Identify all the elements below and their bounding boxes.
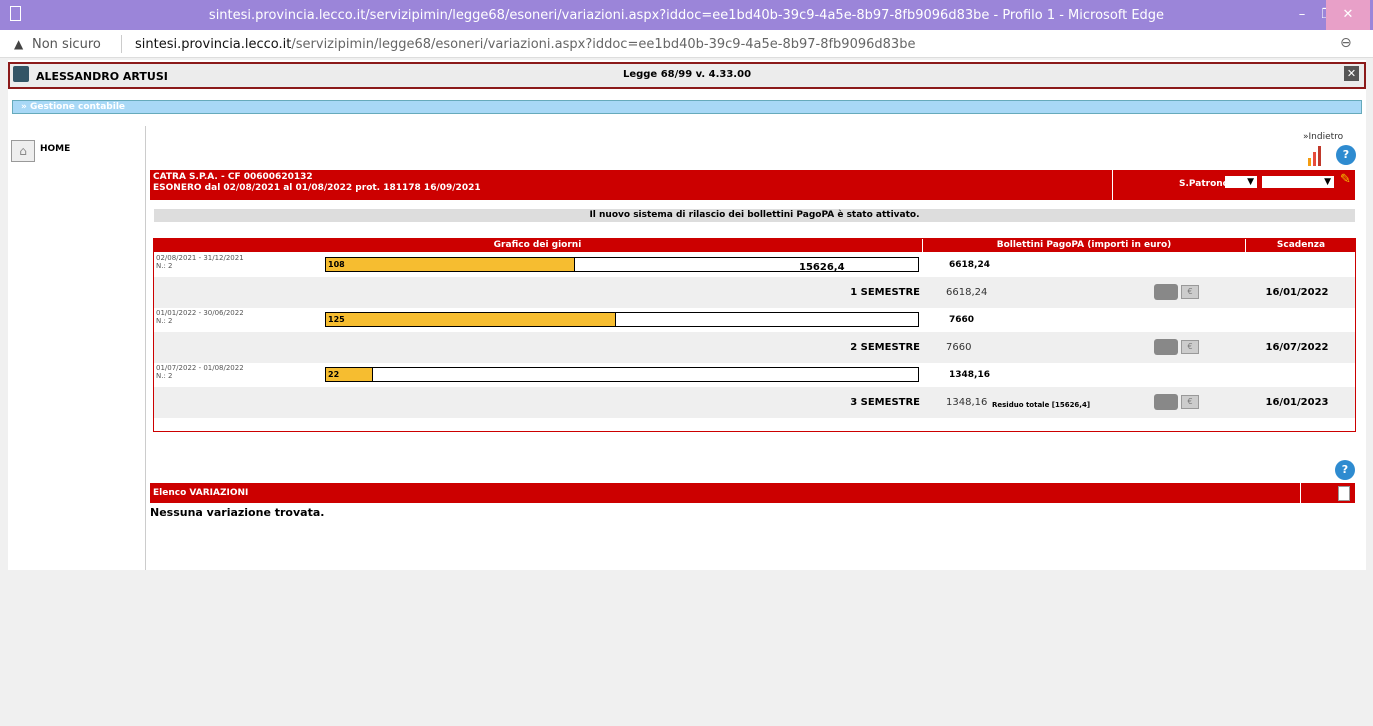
period-row: 02/08/2021 - 31/12/2021 N.: 2 108 6618,24 bbox=[154, 253, 1355, 277]
receipt-icon[interactable]: € bbox=[1181, 340, 1199, 354]
help-icon[interactable]: ? bbox=[1336, 145, 1356, 165]
semester-row: 2 SEMESTRE 7660 € 16/07/2022 bbox=[154, 332, 1355, 363]
menu-gestione-contabile[interactable]: » Gestione contabile bbox=[12, 100, 1362, 114]
period-count: N.: 2 bbox=[156, 372, 173, 380]
chart-icon[interactable] bbox=[1308, 146, 1322, 166]
period-range: 01/07/2022 - 01/08/2022 bbox=[156, 364, 244, 372]
window-titlebar: sintesi.provincia.lecco.it/servizipimin/… bbox=[0, 0, 1373, 30]
period-count: N.: 2 bbox=[156, 317, 173, 325]
period-amount: 7660 bbox=[949, 315, 975, 325]
header-divider bbox=[922, 239, 923, 252]
new-document-icon[interactable] bbox=[1338, 486, 1350, 501]
header-pagopa: Bollettini PagoPA (importi in euro) bbox=[996, 240, 1172, 250]
days-bar-fill: 125 bbox=[326, 313, 617, 326]
variazioni-divider bbox=[1300, 483, 1301, 503]
not-secure-label[interactable]: Non sicuro bbox=[32, 37, 101, 52]
payment-actions: € bbox=[1154, 393, 1199, 411]
close-app-button[interactable]: ✕ bbox=[1344, 66, 1359, 81]
window-title: sintesi.provincia.lecco.it/servizipimin/… bbox=[208, 8, 1165, 23]
home-link[interactable]: HOME bbox=[40, 144, 70, 154]
back-link[interactable]: »Indietro bbox=[1303, 132, 1343, 142]
days-bar-fill: 22 bbox=[326, 368, 374, 381]
company-bar: CATRA S.P.A. - CF 00600620132 ESONERO da… bbox=[150, 170, 1355, 200]
printer-icon[interactable] bbox=[1154, 284, 1178, 300]
payment-actions: € bbox=[1154, 338, 1199, 356]
close-window-button[interactable]: ✕ bbox=[1326, 0, 1370, 30]
help-icon[interactable]: ? bbox=[1335, 460, 1355, 480]
period-row: 01/01/2022 - 30/06/2022 N.: 2 125 7660 bbox=[154, 308, 1355, 332]
spatrono-label: S.Patrono bbox=[1179, 179, 1229, 189]
table-header: Grafico dei giorni Bollettini PagoPA (im… bbox=[154, 239, 1355, 252]
semester-amount: 6618,24 bbox=[946, 287, 988, 298]
home-icon[interactable]: ⌂ bbox=[11, 140, 35, 162]
period-amount: 6618,24 bbox=[949, 260, 990, 270]
app-header: ALESSANDRO ARTUSI Legge 68/99 v. 4.33.00… bbox=[8, 62, 1366, 89]
days-bar: 22 bbox=[325, 367, 919, 382]
payment-actions: € bbox=[1154, 283, 1199, 301]
warning-icon[interactable]: ▲ bbox=[14, 37, 23, 51]
spatrono-select-2[interactable]: ▼ bbox=[1262, 176, 1334, 188]
period-dates: 01/01/2022 - 30/06/2022 N.: 2 bbox=[156, 309, 244, 325]
payments-table: Grafico dei giorni Bollettini PagoPA (im… bbox=[153, 238, 1356, 432]
period-range: 01/01/2022 - 30/06/2022 bbox=[156, 309, 244, 317]
sidebar: ⌂ HOME bbox=[8, 126, 146, 570]
address-bar[interactable]: ▲ Non sicuro sintesi.provincia.lecco.it/… bbox=[0, 30, 1373, 58]
company-name: CATRA S.P.A. - CF 00600620132 bbox=[153, 172, 313, 182]
app-version: Legge 68/99 v. 4.33.00 bbox=[622, 69, 752, 80]
semester-label: 3 SEMESTRE bbox=[850, 397, 920, 408]
pagopa-notice: Il nuovo sistema di rilascio dei bollett… bbox=[154, 209, 1355, 222]
variazioni-header: Elenco VARIAZIONI bbox=[150, 483, 1355, 503]
due-date: 16/01/2022 bbox=[1265, 287, 1329, 298]
header-divider bbox=[1245, 239, 1246, 252]
period-dates: 01/07/2022 - 01/08/2022 N.: 2 bbox=[156, 364, 244, 380]
semester-row: 3 SEMESTRE 1348,16 Residuo totale [15626… bbox=[154, 387, 1355, 418]
due-date: 16/01/2023 bbox=[1265, 397, 1329, 408]
empty-message: Nessuna variazione trovata. bbox=[150, 506, 325, 519]
days-bar-fill: 108 bbox=[326, 258, 575, 271]
due-date: 16/07/2022 bbox=[1265, 342, 1329, 353]
period-count: N.: 2 bbox=[156, 262, 173, 270]
printer-icon[interactable] bbox=[1154, 339, 1178, 355]
semester-amount: 1348,16 bbox=[946, 397, 988, 408]
url-path: /servizipimin/legge68/esoneri/variazioni… bbox=[291, 37, 916, 52]
days-bar: 125 bbox=[325, 312, 919, 327]
period-range: 02/08/2021 - 31/12/2021 bbox=[156, 254, 244, 262]
address-separator bbox=[121, 35, 122, 53]
url-host: sintesi.provincia.lecco.it bbox=[135, 37, 292, 52]
exemption-info: ESONERO dal 02/08/2021 al 01/08/2022 pro… bbox=[153, 183, 481, 193]
receipt-icon[interactable]: € bbox=[1181, 285, 1199, 299]
app-page: ALESSANDRO ARTUSI Legge 68/99 v. 4.33.00… bbox=[8, 60, 1366, 570]
header-due-date: Scadenza bbox=[1276, 240, 1326, 250]
period-row: 01/07/2022 - 01/08/2022 N.: 2 22 1348,16 bbox=[154, 363, 1355, 387]
spatrono-select-1[interactable]: ▼ bbox=[1225, 176, 1257, 188]
receipt-icon[interactable]: € bbox=[1181, 395, 1199, 409]
semester-label: 2 SEMESTRE bbox=[850, 342, 920, 353]
semester-label: 1 SEMESTRE bbox=[850, 287, 920, 298]
period-dates: 02/08/2021 - 31/12/2021 N.: 2 bbox=[156, 254, 244, 270]
total-amount: 15626,4 bbox=[799, 262, 845, 273]
semester-row: 1 SEMESTRE 6618,24 € 16/01/2022 bbox=[154, 277, 1355, 308]
pencil-icon[interactable]: ✎ bbox=[1340, 172, 1351, 187]
semester-amount: 7660 bbox=[946, 342, 972, 353]
printer-icon[interactable] bbox=[1154, 394, 1178, 410]
company-divider bbox=[1112, 170, 1113, 200]
variazioni-title: Elenco VARIAZIONI bbox=[153, 488, 249, 498]
url-text[interactable]: sintesi.provincia.lecco.it/servizipimin/… bbox=[135, 37, 915, 52]
period-amount: 1348,16 bbox=[949, 370, 990, 380]
header-days-chart: Grafico dei giorni bbox=[493, 240, 582, 250]
residuo-label: Residuo totale [15626,4] bbox=[992, 401, 1091, 409]
zoom-icon[interactable]: ⊖ bbox=[1340, 35, 1352, 51]
